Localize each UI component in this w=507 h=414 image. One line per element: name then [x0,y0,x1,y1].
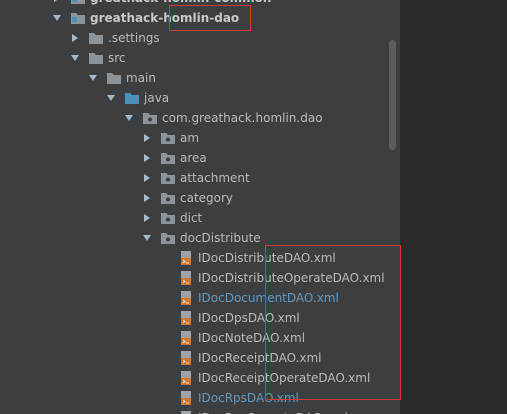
collapse-arrow-icon[interactable] [70,53,80,63]
tree-item-settings[interactable]: .settings [0,28,400,48]
tree-item-java[interactable]: java [0,88,400,108]
tree-item-idocdpsdao-xml[interactable]: IDocDpsDAO.xml [0,308,400,328]
source-folder-icon [124,91,140,105]
tree-item-idocrpsdao-xml[interactable]: IDocRpsDAO.xml [0,388,400,408]
xml-file-icon [178,311,194,325]
tree-item-label: IDocDistributeOperateDAO.xml [198,271,385,285]
xml-file-icon [178,251,194,265]
xml-file-icon [178,331,194,345]
tree-item-label: main [126,71,156,85]
package-icon [160,191,176,205]
tree-item-idocdistributeoperatedao-xml[interactable]: IDocDistributeOperateDAO.xml [0,268,400,288]
tree-item-label: attachment [180,171,250,185]
tree-item-idocdistributedao-xml[interactable]: IDocDistributeDAO.xml [0,248,400,268]
module-folder-icon [70,11,86,25]
tree-item-label: docDistribute [180,231,261,245]
expand-arrow-icon[interactable] [142,173,152,183]
xml-file-icon [178,351,194,365]
tree-item-label: area [180,151,207,165]
tree-item-label: dict [180,211,203,225]
xml-file-icon [178,371,194,385]
collapse-arrow-icon[interactable] [106,93,116,103]
tree-item-label: IDocReceiptDAO.xml [198,351,322,365]
tree-item-label: java [144,91,170,105]
tree-item-dict[interactable]: dict [0,208,400,228]
tree-item-label: IDocRpsDAO.xml [198,391,299,405]
package-icon [160,231,176,245]
tree-item-label: .settings [108,31,160,45]
package-icon [142,111,158,125]
editor-area [400,0,507,414]
tree-item-label: am [180,131,200,145]
tree-item-greathack-homlin-common[interactable]: greathack-homlin-common [0,0,400,8]
xml-file-icon [178,291,194,305]
expand-arrow-icon[interactable] [142,193,152,203]
tree-item-com-greathack-homlin-dao[interactable]: com.greathack.homlin.dao [0,108,400,128]
folder-icon [88,51,104,65]
tree-item-label: IDocNoteDAO.xml [198,331,306,345]
folder-icon [88,31,104,45]
tree-item-attachment[interactable]: attachment [0,168,400,188]
tree-item-label: IDocReceiptOperateDAO.xml [198,371,371,385]
tree-item-idocreceiptoperatedao-xml[interactable]: IDocReceiptOperateDAO.xml [0,368,400,388]
tree-item-area[interactable]: area [0,148,400,168]
tree-item-label: IDocDocumentDAO.xml [198,291,339,305]
tree-item-label: IDocDistributeDAO.xml [198,251,336,265]
tree-item-greathack-homlin-dao[interactable]: greathack-homlin-dao [0,8,400,28]
package-icon [160,171,176,185]
tree-item-src[interactable]: src [0,48,400,68]
tree-item-label: category [180,191,234,205]
scrollbar-thumb[interactable] [389,40,396,150]
xml-file-icon [178,271,194,285]
xml-file-icon [178,391,194,405]
module-folder-icon [70,0,86,5]
expand-arrow-icon[interactable] [142,133,152,143]
expand-arrow-icon[interactable] [142,213,152,223]
collapse-arrow-icon[interactable] [88,73,98,83]
collapse-arrow-icon[interactable] [52,13,62,23]
collapse-arrow-icon[interactable] [124,113,134,123]
expand-arrow-icon[interactable] [52,0,62,3]
tree-item-label: greathack-homlin-common [90,0,271,8]
tree-item-idocrpsoperatedao-xml[interactable]: IDocRpsOperateDAO.xml [0,408,400,414]
tree-item-am[interactable]: am [0,128,400,148]
tree-item-idocnotedao-xml[interactable]: IDocNoteDAO.xml [0,328,400,348]
expand-arrow-icon[interactable] [142,153,152,163]
tree-item-main[interactable]: main [0,68,400,88]
tree-item-label: IDocDpsDAO.xml [198,311,300,325]
expand-arrow-icon[interactable] [70,33,80,43]
tree-item-idocdocumentdao-xml[interactable]: IDocDocumentDAO.xml [0,288,400,308]
collapse-arrow-icon[interactable] [142,233,152,243]
package-icon [160,211,176,225]
tree-item-label: com.greathack.homlin.dao [162,111,323,125]
tree-item-label: IDocRpsOperateDAO.xml [198,408,348,414]
tree-item-idocreceiptdao-xml[interactable]: IDocReceiptDAO.xml [0,348,400,368]
tree-item-category[interactable]: category [0,188,400,208]
tree-item-label: greathack-homlin-dao [90,11,240,25]
project-tree: greathack-homlin-common greathack-homlin-… [0,0,400,414]
tree-item-docdistribute[interactable]: docDistribute [0,228,400,248]
folder-icon [106,71,122,85]
package-icon [160,131,176,145]
tree-item-label: src [108,51,126,65]
package-icon [160,151,176,165]
